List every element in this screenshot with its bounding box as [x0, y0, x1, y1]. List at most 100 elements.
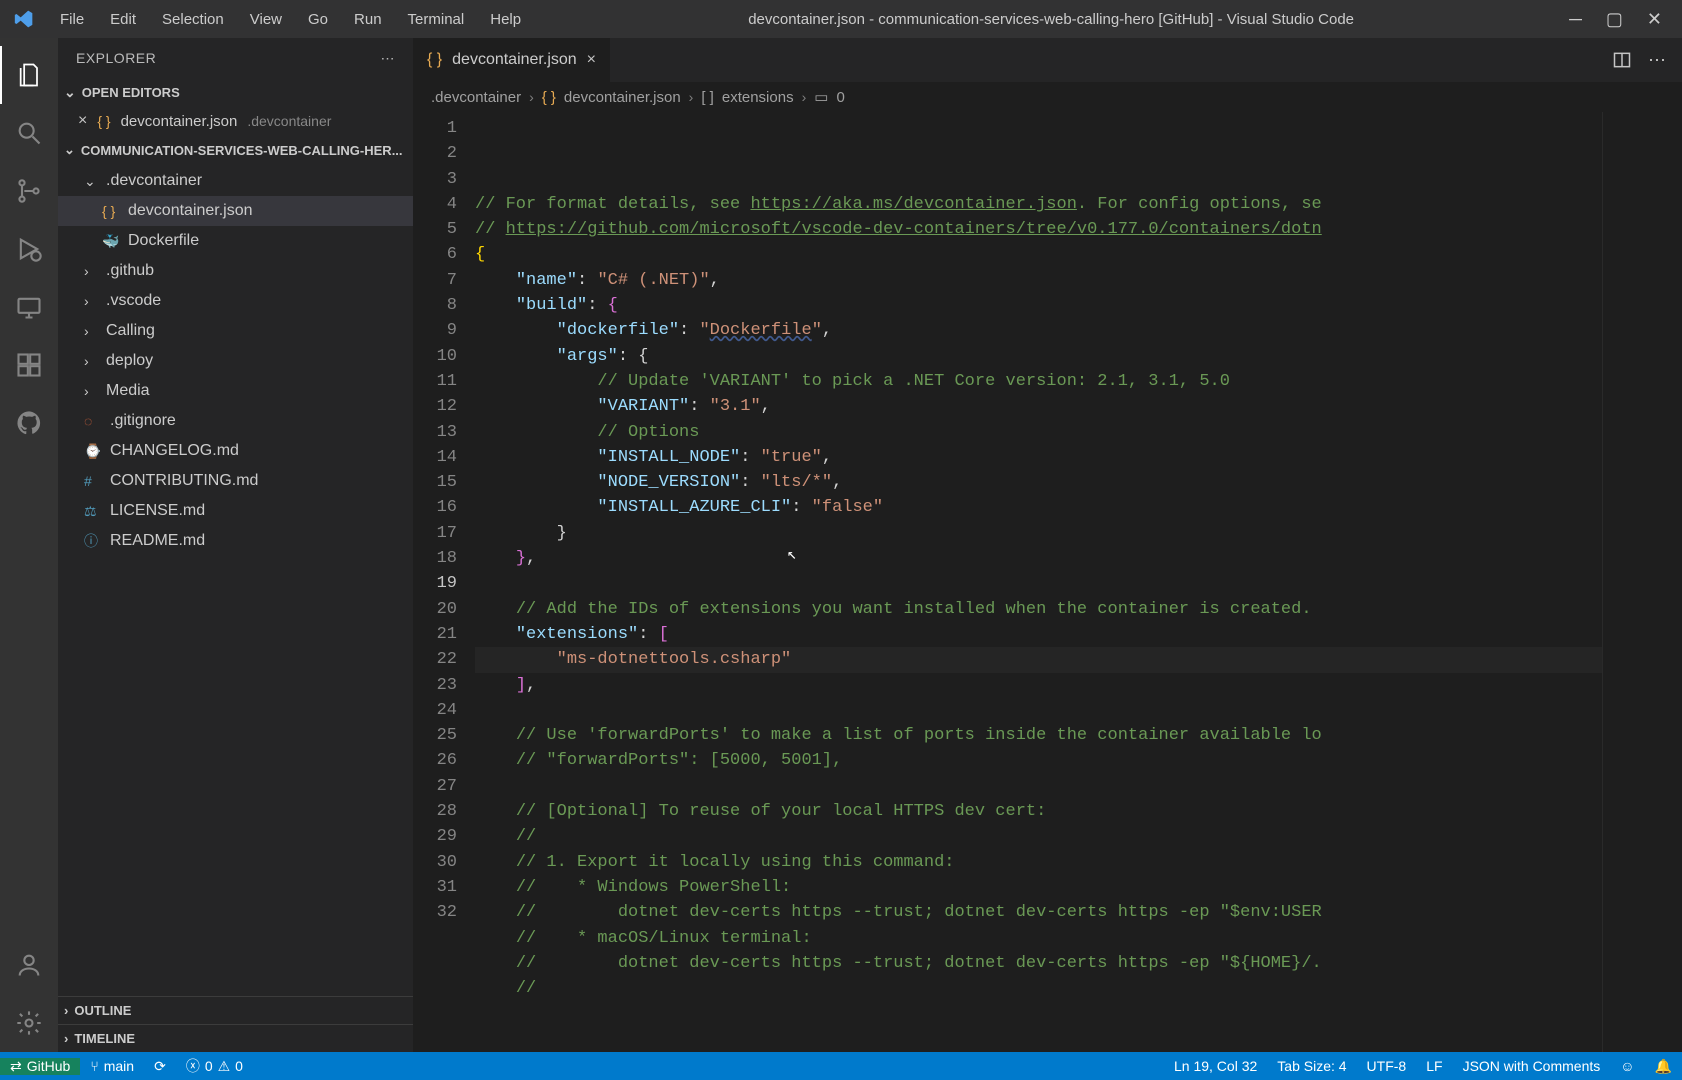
sidebar-more-icon[interactable]: ⋯ — [381, 50, 396, 67]
code-line[interactable]: // * macOS/Linux terminal: — [475, 926, 1602, 951]
folder-row[interactable]: ›.vscode — [58, 286, 413, 316]
breadcrumb-item[interactable]: extensions — [722, 89, 794, 106]
file-row[interactable]: ⚖LICENSE.md — [58, 496, 413, 526]
remote-icon: ⇄ — [10, 1058, 22, 1075]
encoding[interactable]: UTF-8 — [1357, 1058, 1417, 1075]
code-line[interactable]: "args": { — [475, 344, 1602, 369]
branch-indicator[interactable]: ⑂ main — [80, 1058, 144, 1074]
close-icon[interactable]: ✕ — [1647, 9, 1662, 30]
code-line[interactable]: // dotnet dev-certs https --trust; dotne… — [475, 900, 1602, 925]
code-line[interactable]: // "forwardPorts": [5000, 5001], — [475, 748, 1602, 773]
extensions-icon[interactable] — [0, 336, 58, 394]
menu-view[interactable]: View — [238, 3, 294, 36]
file-row[interactable]: 🐳Dockerfile — [58, 226, 413, 256]
notifications-icon[interactable]: 🔔 — [1645, 1058, 1682, 1075]
code-line[interactable]: "INSTALL_AZURE_CLI": "false" — [475, 495, 1602, 520]
code-line[interactable]: // https://github.com/microsoft/vscode-d… — [475, 217, 1602, 242]
code-line[interactable]: // Update 'VARIANT' to pick a .NET Core … — [475, 369, 1602, 394]
project-section[interactable]: ⌄ COMMUNICATION-SERVICES-WEB-CALLING-HER… — [58, 136, 413, 164]
breadcrumb-item[interactable]: 0 — [836, 89, 844, 106]
code-line[interactable]: // For format details, see https://aka.m… — [475, 192, 1602, 217]
folder-row[interactable]: ›.github — [58, 256, 413, 286]
folder-row[interactable]: ›Media — [58, 376, 413, 406]
menu-go[interactable]: Go — [296, 3, 340, 36]
code-line[interactable]: { — [475, 242, 1602, 267]
breadcrumb-item[interactable]: .devcontainer — [431, 89, 521, 106]
tab-size[interactable]: Tab Size: 4 — [1267, 1058, 1356, 1075]
folder-row[interactable]: ›Calling — [58, 316, 413, 346]
feedback-icon[interactable]: ☺ — [1610, 1058, 1644, 1075]
code-line[interactable] — [475, 774, 1602, 799]
menu-run[interactable]: Run — [342, 3, 394, 36]
code-line[interactable]: // [Optional] To reuse of your local HTT… — [475, 799, 1602, 824]
code-line[interactable] — [475, 571, 1602, 596]
tab-devcontainer[interactable]: { } devcontainer.json × — [413, 38, 611, 82]
code-line[interactable]: }, — [475, 546, 1602, 571]
search-icon[interactable] — [0, 104, 58, 162]
code-line[interactable]: "name": "C# (.NET)", — [475, 268, 1602, 293]
tree-item-label: LICENSE.md — [110, 502, 205, 520]
code-line[interactable] — [475, 698, 1602, 723]
chevron-right-icon: › — [84, 353, 98, 369]
code-line[interactable]: "VARIANT": "3.1", — [475, 394, 1602, 419]
code-line[interactable]: "extensions": [ — [475, 622, 1602, 647]
menu-help[interactable]: Help — [478, 3, 533, 36]
tab-close-icon[interactable]: × — [587, 51, 596, 69]
folder-row[interactable]: ›deploy — [58, 346, 413, 376]
code-line[interactable]: "dockerfile": "Dockerfile", — [475, 318, 1602, 343]
code-line[interactable]: // — [475, 976, 1602, 1001]
menu-file[interactable]: File — [48, 3, 96, 36]
menu-selection[interactable]: Selection — [150, 3, 236, 36]
code-line[interactable]: "build": { — [475, 293, 1602, 318]
code-line[interactable]: // Add the IDs of extensions you want in… — [475, 597, 1602, 622]
file-row[interactable]: ⌚CHANGELOG.md — [58, 436, 413, 466]
source-control-icon[interactable] — [0, 162, 58, 220]
settings-gear-icon[interactable] — [0, 994, 58, 1052]
code-line[interactable]: } — [475, 521, 1602, 546]
language-mode[interactable]: JSON with Comments — [1453, 1058, 1611, 1075]
file-row[interactable]: #CONTRIBUTING.md — [58, 466, 413, 496]
code-content[interactable]: ↖ // For format details, see https://aka… — [475, 112, 1602, 1052]
maximize-icon[interactable]: ▢ — [1606, 9, 1623, 30]
close-editor-icon[interactable]: × — [78, 112, 87, 130]
file-row[interactable]: ◌.gitignore — [58, 406, 413, 436]
explorer-icon[interactable] — [0, 46, 58, 104]
folder-row[interactable]: ⌄.devcontainer — [58, 166, 413, 196]
eol[interactable]: LF — [1416, 1058, 1452, 1075]
sync-button[interactable]: ⟳ — [144, 1058, 176, 1075]
menu-edit[interactable]: Edit — [98, 3, 148, 36]
outline-section[interactable]: › OUTLINE — [58, 996, 413, 1024]
accounts-icon[interactable] — [0, 936, 58, 994]
timeline-section[interactable]: › TIMELINE — [58, 1024, 413, 1052]
file-row[interactable]: ⓘREADME.md — [58, 526, 413, 556]
code-line[interactable]: "ms-dotnettools.csharp" — [475, 647, 1602, 672]
cursor-position[interactable]: Ln 19, Col 32 — [1164, 1058, 1267, 1075]
code-line[interactable]: ], — [475, 673, 1602, 698]
code-line[interactable]: // Options — [475, 420, 1602, 445]
breadcrumbs[interactable]: .devcontainer › { } devcontainer.json › … — [413, 82, 1682, 112]
run-debug-icon[interactable] — [0, 220, 58, 278]
file-row[interactable]: { }devcontainer.json — [58, 196, 413, 226]
open-editors-section[interactable]: ⌄ OPEN EDITORS — [58, 78, 413, 106]
github-icon[interactable] — [0, 394, 58, 452]
problems-indicator[interactable]: ⓧ 0 ⚠ 0 — [176, 1056, 253, 1076]
split-editor-icon[interactable] — [1612, 50, 1632, 71]
code-line[interactable]: // — [475, 824, 1602, 849]
menu-terminal[interactable]: Terminal — [396, 3, 477, 36]
code-line[interactable]: // Use 'forwardPorts' to make a list of … — [475, 723, 1602, 748]
code-line[interactable]: "NODE_VERSION": "lts/*", — [475, 470, 1602, 495]
editor-more-icon[interactable]: ⋯ — [1648, 50, 1666, 71]
minimize-icon[interactable]: ─ — [1569, 9, 1582, 30]
breadcrumb-item[interactable]: devcontainer.json — [564, 89, 681, 106]
code-editor[interactable]: 1234567891011121314151617181920212223242… — [413, 112, 1682, 1052]
sidebar-title: EXPLORER — [76, 50, 156, 66]
remote-explorer-icon[interactable] — [0, 278, 58, 336]
open-editor-item[interactable]: × { } devcontainer.json .devcontainer — [58, 106, 413, 136]
code-line[interactable]: "INSTALL_NODE": "true", — [475, 445, 1602, 470]
code-line[interactable]: // 1. Export it locally using this comma… — [475, 850, 1602, 875]
remote-indicator[interactable]: ⇄ GitHub — [0, 1058, 80, 1075]
line-number-gutter: 1234567891011121314151617181920212223242… — [413, 112, 475, 1052]
code-line[interactable]: // * Windows PowerShell: — [475, 875, 1602, 900]
minimap[interactable] — [1602, 112, 1682, 1052]
code-line[interactable]: // dotnet dev-certs https --trust; dotne… — [475, 951, 1602, 976]
